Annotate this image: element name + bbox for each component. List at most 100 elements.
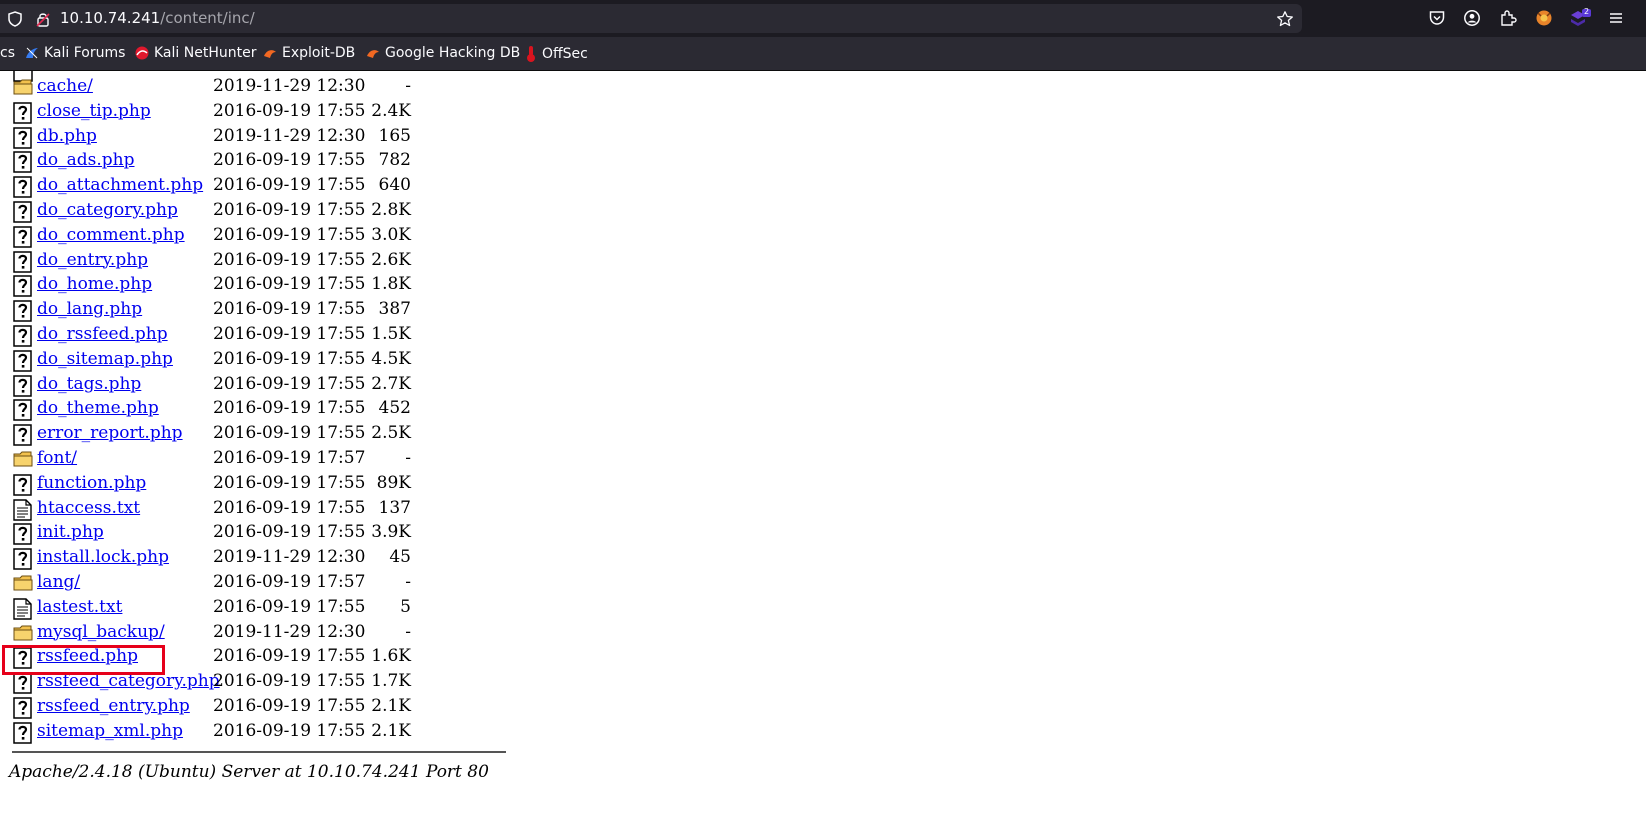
bookmark-kali-nethunter[interactable]: Kali NetHunter bbox=[134, 45, 256, 61]
unknown-file-icon bbox=[13, 548, 33, 570]
server-signature: Apache/2.4.18 (Ubuntu) Server at 10.10.7… bbox=[9, 762, 489, 782]
file-link[interactable]: do_entry.php bbox=[37, 250, 148, 270]
shield-icon[interactable] bbox=[7, 11, 23, 31]
table-row: do_home.php 2016-09-19 17:55 1.8K bbox=[13, 273, 513, 298]
file-size: 1.5K bbox=[371, 324, 411, 344]
modified-date: 2016-09-19 17:55 bbox=[213, 720, 366, 741]
file-link[interactable]: lastest.txt bbox=[37, 597, 122, 617]
file-link[interactable]: do_tags.php bbox=[37, 374, 141, 394]
file-link[interactable]: font/ bbox=[37, 448, 77, 468]
file-size: 1.8K bbox=[371, 274, 411, 295]
modified-date: 2016-09-19 17:55 bbox=[213, 274, 366, 295]
file-link[interactable]: do_lang.php bbox=[37, 299, 142, 319]
table-row: sitemap_xml.php 2016-09-19 17:55 2.1K bbox=[13, 720, 513, 744]
bookmark-exploit-db[interactable]: Exploit-DB bbox=[262, 45, 355, 61]
unknown-file-icon bbox=[13, 201, 33, 223]
bookmark-label: Kali NetHunter bbox=[154, 45, 257, 61]
modified-date: 2016-09-19 17:55 bbox=[213, 497, 366, 518]
annotation-highlight-box bbox=[2, 645, 165, 675]
account-icon[interactable] bbox=[1463, 9, 1481, 31]
bookmark-offsec[interactable]: OffSec bbox=[524, 45, 588, 63]
url-path: /content/inc/ bbox=[160, 9, 255, 27]
offsec-icon bbox=[527, 46, 535, 62]
file-link[interactable]: function.php bbox=[37, 473, 146, 493]
file-link[interactable]: do_rssfeed.php bbox=[37, 324, 168, 344]
ghdb-icon bbox=[367, 50, 379, 58]
unknown-file-icon bbox=[13, 424, 33, 446]
modified-date: 2016-09-19 17:55 bbox=[213, 696, 366, 716]
file-size: 137 bbox=[378, 497, 411, 518]
modified-date: 2016-09-19 17:55 bbox=[213, 175, 366, 196]
modified-date: 2016-09-19 17:55 bbox=[213, 646, 366, 667]
file-link[interactable]: do_category.php bbox=[37, 200, 178, 220]
file-link[interactable]: do_home.php bbox=[37, 274, 152, 294]
url-host: 10.10.74.241 bbox=[60, 9, 161, 27]
file-size: 4.5K bbox=[371, 348, 411, 369]
wappalyzer-icon[interactable]: 2 bbox=[1569, 7, 1591, 33]
bookmark-label: Google Hacking DB bbox=[385, 45, 521, 61]
modified-date: 2016-09-19 17:55 bbox=[213, 324, 366, 344]
file-size: 782 bbox=[378, 150, 411, 171]
folder-icon bbox=[13, 623, 33, 645]
extensions-icon[interactable] bbox=[1499, 9, 1517, 31]
modified-date: 2016-09-19 17:55 bbox=[213, 249, 366, 270]
file-link[interactable]: htaccess.txt bbox=[37, 498, 140, 518]
directory-listing-page: cache/2019-11-29 12:30 - close_tip.php 2016… bbox=[0, 71, 1646, 828]
bookmark-label: OffSec bbox=[542, 46, 588, 62]
file-size: - bbox=[405, 621, 411, 642]
pocket-icon[interactable] bbox=[1428, 9, 1446, 31]
unknown-file-icon bbox=[13, 151, 33, 174]
modified-date: 2016-09-19 17:55 bbox=[213, 596, 366, 617]
unknown-file-icon bbox=[13, 226, 33, 248]
bookmark-star-icon[interactable] bbox=[1276, 10, 1294, 32]
file-link[interactable]: close_tip.php bbox=[37, 101, 151, 121]
lock-insecure-icon[interactable] bbox=[35, 11, 51, 31]
file-size: 165 bbox=[378, 125, 411, 146]
file-link[interactable]: mysql_backup/ bbox=[37, 622, 165, 642]
unknown-file-icon bbox=[13, 474, 33, 496]
file-link[interactable]: do_theme.php bbox=[37, 398, 159, 418]
file-size: 45 bbox=[389, 547, 411, 568]
modified-date: 2016-09-19 17:55 bbox=[213, 522, 366, 543]
table-row: init.php 2016-09-19 17:55 3.9K bbox=[13, 521, 513, 546]
file-size: 640 bbox=[378, 175, 411, 196]
modified-date: 2016-09-19 17:55 bbox=[213, 348, 366, 369]
file-size: 1.7K bbox=[371, 671, 411, 692]
file-link[interactable]: lang/ bbox=[37, 572, 80, 592]
modified-date: 2019-11-29 12:30 bbox=[213, 76, 366, 96]
file-link[interactable]: do_sitemap.php bbox=[37, 349, 173, 369]
bookmark-docs[interactable]: cs bbox=[0, 45, 15, 61]
foxyproxy-icon[interactable] bbox=[1535, 9, 1553, 31]
file-link[interactable]: init.php bbox=[37, 522, 104, 542]
file-size: 2.8K bbox=[371, 200, 411, 220]
url-bar[interactable]: 10.10.74.241/content/inc/ bbox=[0, 4, 1302, 33]
table-row: do_sitemap.php 2016-09-19 17:55 4.5K bbox=[13, 348, 513, 372]
file-link[interactable]: do_ads.php bbox=[37, 150, 134, 170]
bookmark-google-hacking-db[interactable]: Google Hacking DB bbox=[365, 45, 520, 61]
unknown-file-icon bbox=[13, 399, 33, 422]
file-size: 2.1K bbox=[371, 720, 411, 741]
file-size: 2.6K bbox=[371, 249, 411, 270]
modified-date: 2019-11-29 12:30 bbox=[213, 125, 366, 146]
bookmark-kali-forums[interactable]: Kali Forums bbox=[24, 45, 125, 61]
unknown-file-icon bbox=[13, 176, 33, 198]
file-link[interactable]: cache/ bbox=[37, 76, 93, 96]
text-file-icon bbox=[13, 598, 33, 620]
file-link[interactable]: sitemap_xml.php bbox=[37, 721, 183, 741]
file-link[interactable]: do_attachment.php bbox=[37, 175, 203, 195]
url-text[interactable]: 10.10.74.241/content/inc/ bbox=[60, 9, 255, 27]
modified-date: 2016-09-19 17:55 bbox=[213, 671, 366, 692]
unknown-file-icon bbox=[13, 102, 33, 124]
file-link[interactable]: error_report.php bbox=[37, 423, 183, 443]
modified-date: 2016-09-19 17:57 bbox=[213, 448, 366, 468]
file-link[interactable]: install.lock.php bbox=[37, 547, 169, 567]
file-link[interactable]: db.php bbox=[37, 126, 97, 146]
file-link[interactable]: do_comment.php bbox=[37, 225, 185, 245]
hamburger-menu-icon[interactable] bbox=[1607, 9, 1625, 31]
table-row: lastest.txt 2016-09-19 17:55 5 bbox=[13, 596, 513, 620]
file-size: 2.5K bbox=[371, 423, 411, 444]
folder-icon bbox=[13, 573, 33, 595]
bookmark-label: cs bbox=[0, 45, 15, 61]
table-row: do_theme.php 2016-09-19 17:55 452 bbox=[13, 397, 513, 422]
file-link[interactable]: rssfeed_entry.php bbox=[37, 696, 190, 716]
